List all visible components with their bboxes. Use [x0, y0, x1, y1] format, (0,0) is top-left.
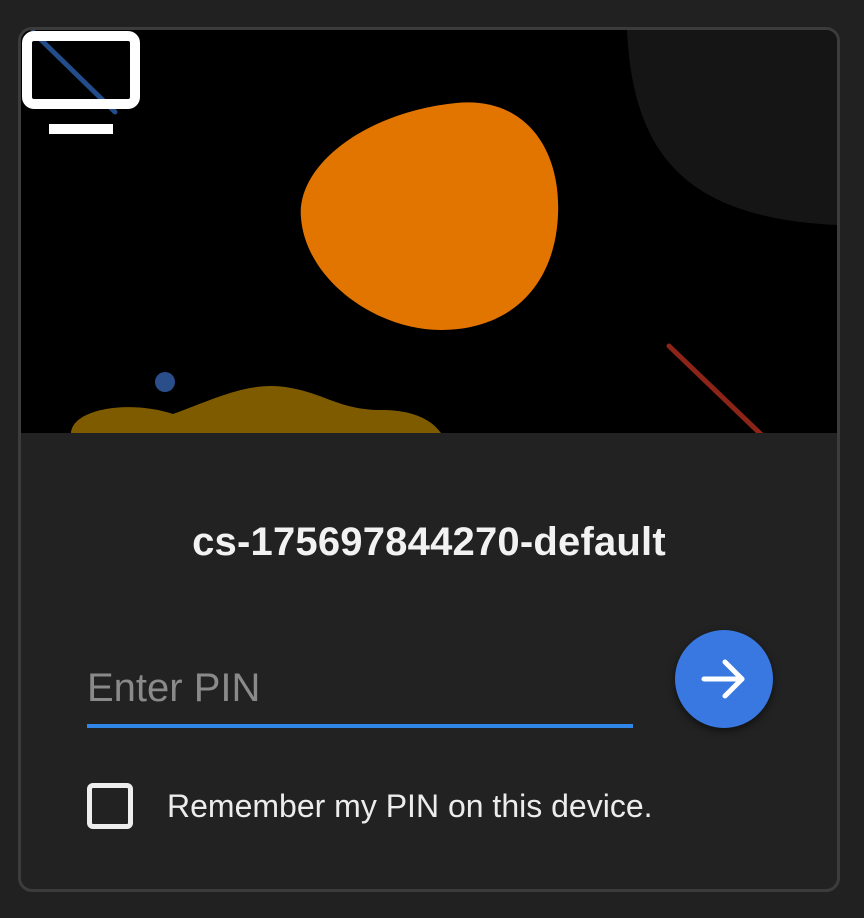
orange-blob: [300, 102, 559, 330]
hero-background-art: [30, 30, 837, 433]
corner-shape: [627, 30, 837, 225]
arrow-right-icon: [701, 659, 745, 699]
login-card: cs-175697844270-default Remember my PIN …: [18, 27, 840, 892]
remember-pin-row: Remember my PIN on this device.: [87, 778, 653, 834]
hill-decoration: [71, 386, 441, 433]
blue-dot-decoration: [155, 372, 175, 392]
red-line-decoration: [666, 343, 764, 433]
host-name: cs-175697844270-default: [192, 520, 666, 564]
monitor-icon: [22, 31, 140, 134]
pin-input[interactable]: [87, 660, 627, 716]
remember-pin-label[interactable]: Remember my PIN on this device.: [167, 788, 653, 825]
remember-pin-checkbox[interactable]: [87, 783, 133, 829]
hero-illustration: [21, 30, 837, 433]
pin-field: [87, 652, 633, 728]
submit-pin-button[interactable]: [675, 630, 773, 728]
